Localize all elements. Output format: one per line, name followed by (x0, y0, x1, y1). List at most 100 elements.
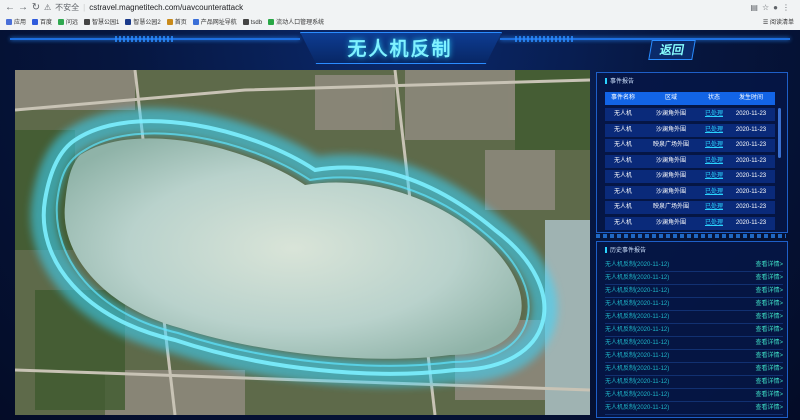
table-row[interactable]: 无人机 沙澜角外围 已处理 2020-11-23 (605, 108, 775, 121)
star-icon[interactable]: ☆ (762, 3, 773, 12)
reading-list-button[interactable]: ☰ 阅读清单 (763, 16, 794, 30)
status-link[interactable]: 已处理 (701, 217, 727, 230)
area-cell: 沙澜角外围 (655, 219, 686, 226)
event-name-cell: 无人机 (613, 173, 632, 179)
forward-arrow-icon[interactable]: → (17, 2, 29, 14)
table-row[interactable]: 无人机 沙澜角外围 已处理 2020-11-23 (605, 154, 775, 168)
column-header: 发生时间 (738, 95, 763, 101)
table-row[interactable]: 无人机 沙澜角外围 已处理 2020-11-23 (605, 216, 775, 230)
back-button[interactable]: 返回 (648, 40, 696, 60)
history-item-name: 无人机反制(2020-11-12) (605, 314, 670, 320)
bookmark-label: 首页 (174, 20, 187, 26)
account-icon[interactable]: ● (773, 3, 782, 12)
history-item-name: 无人机反制(2020-11-12) (605, 379, 670, 385)
view-details-link[interactable]: 查看详情> (755, 311, 783, 323)
event-table-scrollbar[interactable] (778, 108, 781, 158)
history-list[interactable]: 无人机反制(2020-11-12) 查看详情> 无人机反制(2020-11-12) 查… (605, 259, 783, 415)
time-cell: 2020-11-23 (735, 204, 767, 210)
leaf-icon (268, 19, 275, 25)
reading-list-icon: ☰ (762, 20, 769, 26)
list-item: 无人机反制(2020-11-12) 查看详情> (605, 285, 783, 298)
column-header: 事件名称 (610, 95, 635, 101)
event-report-panel: 事件报告 事件名称 区域 状态 发生时间 无人机 沙澜角外围 已处理 2020-11-… (596, 72, 788, 233)
table-row[interactable]: 无人机 沙澜角外围 已处理 2020-11-23 (605, 185, 775, 199)
view-details-link[interactable]: 查看详情> (755, 376, 783, 388)
list-item: 无人机反制(2020-11-12) 查看详情> (605, 311, 783, 324)
area-cell: 沙澜角外围 (655, 188, 686, 195)
area-cell: 映泉广场外围 (652, 204, 689, 210)
time-cell: 2020-11-23 (735, 188, 767, 195)
history-item-name: 无人机反制(2020-11-12) (605, 301, 670, 307)
view-details-link[interactable]: 查看详情> (755, 389, 783, 401)
bookmark-item[interactable]: 首页 (166, 16, 187, 30)
event-table-body[interactable]: 无人机 沙澜角外围 已处理 2020-11-23 无人机 沙澜角外围 已处理 2020-11-… (605, 108, 775, 230)
area-cell: 沙澜角外围 (655, 126, 686, 133)
status-link[interactable]: 已处理 (701, 201, 727, 214)
address-bar[interactable]: ⚠ 不安全 | cstravel.magnetitech.com/uavcounter… (44, 2, 243, 14)
time-cell: 2020-11-23 (735, 219, 767, 226)
event-table-header: 事件名称 区域 状态 发生时间 (605, 92, 775, 105)
translate-icon[interactable]: ▤ (750, 3, 762, 12)
column-header: 区域 (664, 95, 677, 101)
reload-icon[interactable]: ↻ (30, 2, 42, 14)
list-item: 无人机反制(2020-11-12) 查看详情> (605, 376, 783, 389)
url-separator: | (83, 3, 86, 12)
view-details-link[interactable]: 查看详情> (755, 350, 783, 362)
status-link[interactable]: 已处理 (701, 139, 727, 152)
status-link[interactable]: 已处理 (701, 170, 727, 183)
folder-icon (192, 19, 199, 25)
browser-chrome: ← → ↻ ⚠ 不安全 | cstravel.magnetitech.com/uavc… (0, 0, 800, 31)
list-item: 无人机反制(2020-11-12) 查看详情> (605, 259, 783, 272)
view-details-link[interactable]: 查看详情> (755, 259, 783, 271)
view-details-link[interactable]: 查看详情> (755, 402, 783, 414)
list-item: 无人机反制(2020-11-12) 查看详情> (605, 272, 783, 285)
view-details-link[interactable]: 查看详情> (755, 337, 783, 349)
status-link[interactable]: 已处理 (701, 108, 727, 121)
panel-divider (596, 234, 786, 238)
back-arrow-icon[interactable]: ← (4, 2, 16, 14)
view-details-link[interactable]: 查看详情> (755, 285, 783, 297)
list-item: 无人机反制(2020-11-12) 查看详情> (605, 298, 783, 311)
satellite-map[interactable] (15, 70, 590, 415)
status-link[interactable]: 已处理 (701, 124, 727, 137)
history-item-name: 无人机反制(2020-11-12) (605, 275, 670, 281)
view-details-link[interactable]: 查看详情> (755, 272, 783, 284)
bookmark-item[interactable]: tsdb (242, 16, 262, 30)
history-report-title: 历史事件报告 (605, 245, 646, 254)
list-item: 无人机反制(2020-11-12) 查看详情> (605, 389, 783, 402)
history-item-name: 无人机反制(2020-11-12) (605, 392, 670, 398)
table-row[interactable]: 无人机 映泉广场外围 已处理 2020-11-23 (605, 139, 775, 152)
table-row[interactable]: 无人机 沙澜角外围 已处理 2020-11-23 (605, 170, 775, 183)
bookmark-item[interactable]: 问远 (58, 16, 78, 30)
time-cell: 2020-11-23 (735, 111, 767, 117)
bookmark-item[interactable]: 应用 (6, 16, 26, 30)
status-link[interactable]: 已处理 (701, 155, 727, 168)
bookmark-item[interactable]: 智慧公园1 (84, 16, 119, 30)
status-link[interactable]: 已处理 (701, 186, 727, 199)
table-row[interactable]: 无人机 映泉广场外围 已处理 2020-11-23 (605, 201, 775, 214)
reading-list-label: 阅读清单 (769, 20, 794, 26)
bookmark-item[interactable]: 产品网址导航 (192, 16, 237, 30)
event-name-cell: 无人机 (613, 142, 632, 148)
bookmark-label: 应用 (14, 20, 27, 26)
app-root: 无人机反制 返回 事件报告 事件名称 区域 状态 发生时间 无人机 沙澜角外围 … (0, 30, 800, 420)
header-stripes-right (515, 36, 575, 42)
event-name-cell: 无人机 (613, 219, 632, 226)
event-name-cell: 无人机 (613, 126, 632, 133)
globe-icon (84, 19, 91, 25)
view-details-link[interactable]: 查看详情> (755, 363, 783, 375)
list-item: 无人机反制(2020-11-12) 查看详情> (605, 363, 783, 376)
time-cell: 2020-11-23 (735, 157, 767, 164)
bookmark-item[interactable]: 流动人口管理系统 (268, 16, 324, 30)
area-cell: 沙澜角外围 (655, 111, 686, 117)
table-row[interactable]: 无人机 沙澜角外围 已处理 2020-11-23 (605, 123, 775, 137)
time-cell: 2020-11-23 (735, 126, 767, 133)
bookmark-item[interactable]: 智慧公园2 (125, 16, 161, 30)
home-icon (166, 19, 173, 25)
view-details-link[interactable]: 查看详情> (755, 324, 783, 336)
menu-icon[interactable]: ⋮ (782, 3, 794, 12)
view-details-link[interactable]: 查看详情> (755, 298, 783, 310)
time-cell: 2020-11-23 (735, 173, 767, 179)
bookmark-item[interactable]: 百度 (32, 16, 52, 30)
bookmark-label: 问远 (66, 20, 79, 26)
